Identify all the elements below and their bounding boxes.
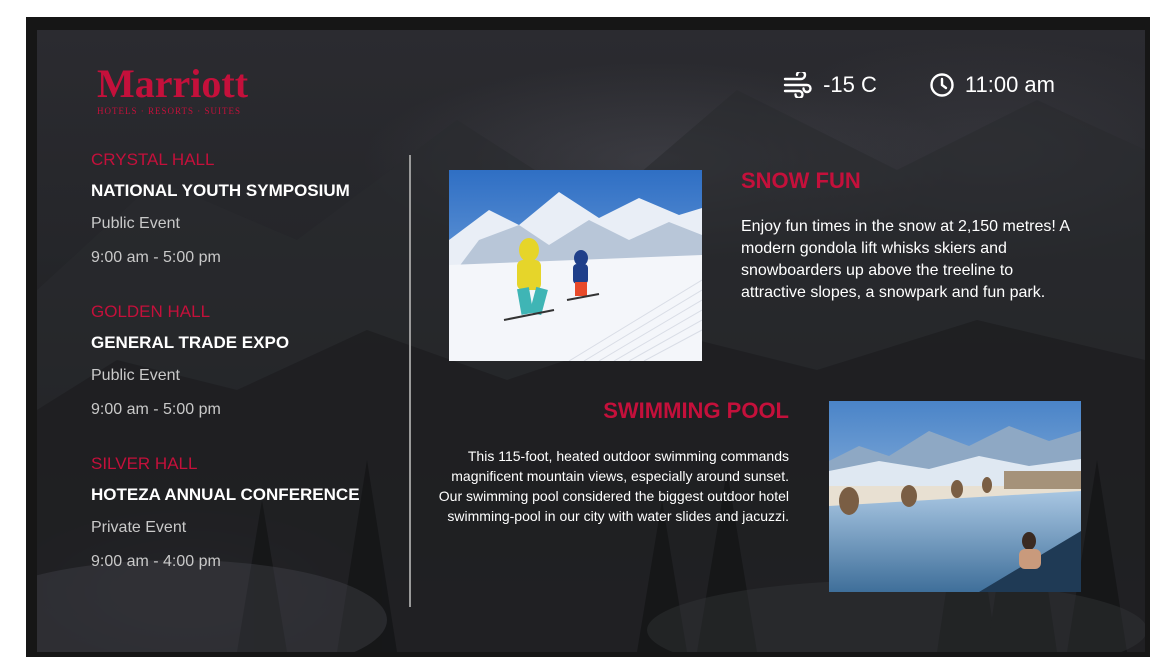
event-title: HOTEZA ANNUAL CONFERENCE — [91, 485, 360, 504]
snow-fun-description: Enjoy fun times in the snow at 2,150 met… — [741, 218, 1070, 301]
clock-widget: 11:00 am — [929, 72, 1055, 98]
event-time: 9:00 am - 5:00 pm — [91, 249, 221, 266]
clock-icon — [930, 73, 954, 97]
event-title: GENERAL TRADE EXPO — [91, 333, 290, 352]
event-hall: SILVER HALL — [91, 454, 198, 473]
swimming-pool-description: This 115-foot, heated outdoor swimming c… — [438, 448, 789, 524]
event-type: Private Event — [91, 519, 187, 536]
pool-photo — [829, 401, 1081, 592]
weather-widget: -15 C — [783, 72, 877, 98]
snow-fun-title: SNOW FUN — [741, 168, 861, 193]
event-hall: CRYSTAL HALL — [91, 150, 215, 169]
event-title: NATIONAL YOUTH SYMPOSIUM — [91, 181, 350, 200]
events-list: CRYSTAL HALL NATIONAL YOUTH SYMPOSIUM Pu… — [91, 150, 421, 606]
event-type: Public Event — [91, 215, 180, 232]
marriott-logo: Marriott HOTELS · RESORTS · SUITES — [97, 61, 249, 117]
column-divider — [409, 155, 411, 607]
skiing-photo — [449, 170, 702, 361]
event-item: GOLDEN HALL GENERAL TRADE EXPO Public Ev… — [91, 302, 421, 420]
event-hall: GOLDEN HALL — [91, 302, 211, 321]
wind-icon — [783, 72, 812, 98]
event-type: Public Event — [91, 367, 180, 384]
temperature: -15 C — [823, 72, 877, 97]
signage-screen: Marriott HOTELS · RESORTS · SUITES -15 C… — [37, 30, 1145, 652]
event-time: 9:00 am - 5:00 pm — [91, 401, 221, 418]
event-time: 9:00 am - 4:00 pm — [91, 553, 221, 570]
brand-tagline: HOTELS · RESORTS · SUITES — [97, 106, 241, 116]
event-item: SILVER HALL HOTEZA ANNUAL CONFERENCE Pri… — [91, 454, 421, 572]
swimming-pool-title: SWIMMING POOL — [603, 398, 789, 423]
brand-name: Marriott — [97, 61, 249, 106]
event-item: CRYSTAL HALL NATIONAL YOUTH SYMPOSIUM Pu… — [91, 150, 421, 268]
status-bar: -15 C 11:00 am — [783, 72, 1055, 98]
current-time: 11:00 am — [964, 72, 1055, 97]
